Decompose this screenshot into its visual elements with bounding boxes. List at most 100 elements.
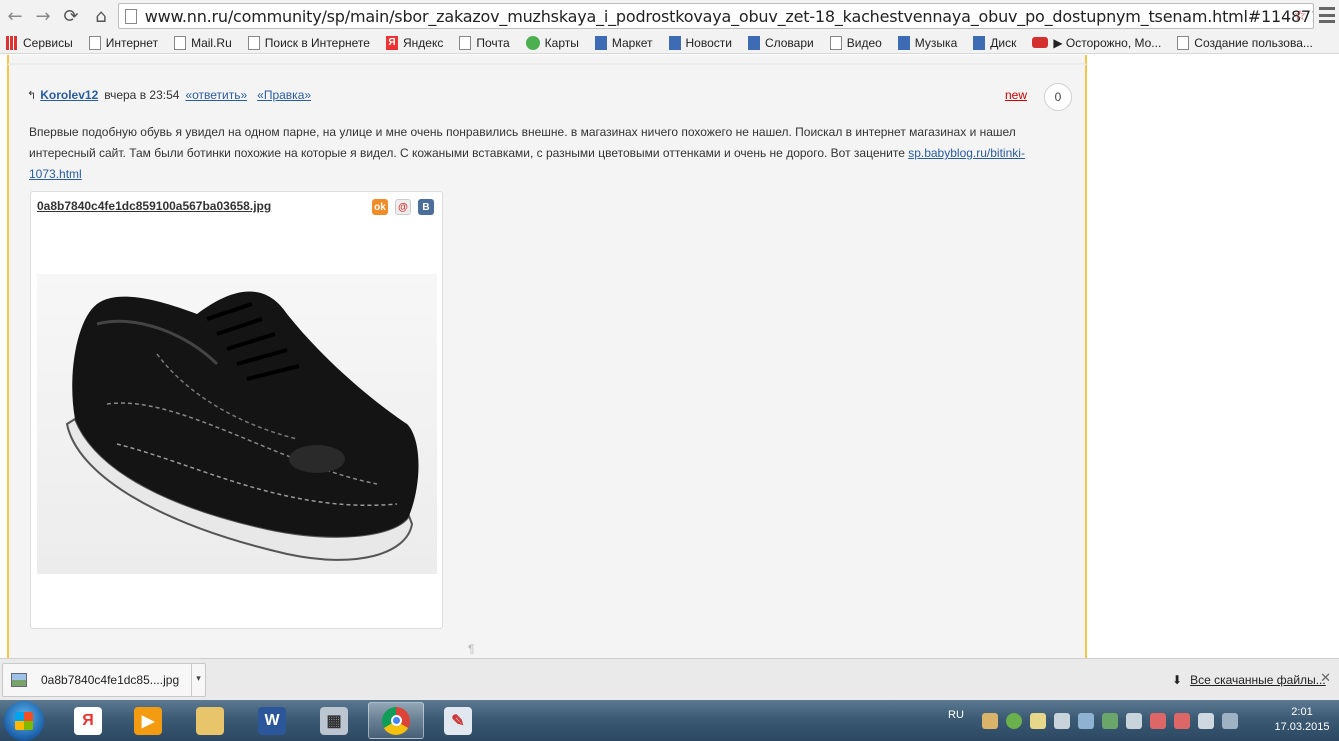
all-downloads-link[interactable]: ⬇ Все скачанные файлы... — [1172, 673, 1326, 687]
image-attachment: 0a8b7840c4fe1dc859100a567ba03658.jpg ok … — [30, 191, 443, 629]
clock[interactable]: 2:01 17.03.2015 — [1273, 705, 1331, 735]
bookmark-star-icon[interactable]: ☆ — [1291, 7, 1309, 25]
connection-icon[interactable] — [1221, 712, 1238, 729]
home-button[interactable]: ⌂ — [88, 3, 114, 29]
bookmark-search[interactable]: Поиск в Интернете — [247, 35, 370, 50]
page-icon — [247, 35, 260, 50]
action-center-icon[interactable] — [1149, 712, 1166, 729]
network-icon[interactable] — [1077, 712, 1094, 729]
page-icon — [88, 35, 101, 50]
attachment-filename[interactable]: 0a8b7840c4fe1dc859100a567ba03658.jpg — [37, 199, 271, 213]
system-tray: RU — [948, 700, 1246, 741]
comment: ↰ Korolev12 вчера в 23:54 «ответить» «Пр… — [7, 65, 1087, 658]
taskbar-yandex-browser[interactable]: Я — [60, 702, 116, 739]
reply-arrow-icon: ↰ — [27, 88, 37, 102]
yandex-icon: Я — [385, 35, 398, 50]
language-indicator[interactable]: RU — [948, 709, 964, 721]
security-icon[interactable] — [1101, 712, 1118, 729]
start-button[interactable] — [4, 701, 44, 741]
download-menu-caret[interactable]: ▾ — [191, 664, 205, 696]
image-file-icon — [11, 673, 27, 687]
rating-counter[interactable]: 0 — [1044, 83, 1072, 111]
download-item[interactable]: 0a8b7840c4fe1dc85....jpg ▾ — [2, 663, 206, 697]
previous-comment-edge — [7, 55, 1087, 65]
taskbar-chrome[interactable] — [368, 702, 424, 739]
bookmark-music[interactable]: Музыка — [897, 35, 957, 50]
device-icon[interactable] — [1197, 712, 1214, 729]
tray-app-icon[interactable] — [981, 712, 998, 729]
flag-icon[interactable] — [1173, 712, 1190, 729]
bookmark-services[interactable]: Сервисы — [6, 35, 73, 50]
comment-time: вчера в 23:54 — [104, 88, 180, 102]
bookmark-disk[interactable]: Диск — [973, 35, 1016, 50]
bookmarks-bar: Сервисы Интернет Mail.Ru Поиск в Интерне… — [0, 32, 1339, 54]
windows-taskbar: Я ▶ W ▦ ✎ RU 2:01 17.03.2015 — [0, 700, 1339, 741]
torrent-icon[interactable] — [1005, 712, 1022, 729]
vk-icon[interactable]: B — [418, 199, 434, 215]
apps-icon — [6, 35, 18, 50]
dictionary-icon — [747, 35, 760, 50]
bookmark-dictionary[interactable]: Словари — [747, 35, 814, 50]
chrome-icon — [382, 706, 410, 735]
bookmark-maps[interactable]: Карты — [525, 35, 579, 50]
mailru-icon[interactable]: @ — [395, 199, 411, 215]
clock-time: 2:01 — [1291, 706, 1313, 718]
url-text[interactable]: www.nn.ru/community/sp/main/sbor_zakazov… — [145, 7, 1313, 26]
comment-meta: ↰ Korolev12 вчера в 23:54 «ответить» «Пр… — [27, 88, 315, 102]
media-player-icon: ▶ — [134, 706, 162, 735]
disk-icon — [973, 35, 986, 50]
forward-button[interactable]: → — [30, 3, 56, 29]
taskbar-media-player[interactable]: ▶ — [120, 702, 176, 739]
address-bar[interactable]: www.nn.ru/community/sp/main/sbor_zakazov… — [118, 3, 1314, 29]
close-shelf-icon[interactable]: ✕ — [1320, 671, 1331, 686]
bookmark-mail[interactable]: Почта — [459, 35, 510, 50]
comment-body: Впервые подобную обувь я увидел на одном… — [29, 125, 1016, 160]
page-icon — [125, 8, 137, 24]
taskbar-word[interactable]: W — [244, 702, 300, 739]
market-icon — [594, 35, 607, 50]
all-downloads-label: Все скачанные файлы... — [1190, 673, 1326, 687]
clock-date: 17.03.2015 — [1274, 721, 1330, 733]
notes-icon[interactable] — [1029, 712, 1046, 729]
youtube-icon — [1032, 37, 1049, 48]
download-filename: 0a8b7840c4fe1dc85....jpg — [41, 673, 180, 687]
browser-toolbar: ← → ⟳ ⌂ www.nn.ru/community/sp/main/sbor… — [0, 0, 1339, 32]
reload-button[interactable]: ⟳ — [58, 3, 84, 29]
page-icon — [829, 35, 842, 50]
bookmark-video[interactable]: Видео — [829, 35, 882, 50]
bookmark-news[interactable]: Новости — [668, 35, 732, 50]
shoe-photo[interactable] — [37, 224, 437, 624]
page-icon — [459, 35, 472, 50]
edit-link[interactable]: «Правка» — [257, 88, 311, 102]
comment-author[interactable]: Korolev12 — [40, 88, 98, 102]
folder-icon — [196, 706, 224, 735]
taskbar-paint[interactable]: ✎ — [430, 702, 486, 739]
chrome-menu-button[interactable] — [1319, 7, 1335, 23]
taskbar-calculator[interactable]: ▦ — [306, 702, 362, 739]
back-button[interactable]: ← — [2, 3, 28, 29]
bookmark-yandex[interactable]: Я Яндекс — [385, 35, 443, 50]
bookmark-create-user[interactable]: Создание пользова... — [1177, 35, 1313, 50]
yandex-browser-icon: Я — [74, 706, 102, 735]
download-shelf: 0a8b7840c4fe1dc85....jpg ▾ ⬇ Все скачанн… — [0, 658, 1339, 700]
odnoklassniki-icon[interactable]: ok — [372, 199, 388, 215]
windows-logo-icon — [15, 712, 33, 730]
speaker-icon[interactable] — [1125, 712, 1142, 729]
bookmark-youtube[interactable]: ▶ Осторожно, Мо... — [1032, 36, 1161, 50]
download-arrow-icon: ⬇ — [1172, 673, 1183, 687]
page-icon — [174, 35, 187, 50]
shoe-image — [65, 291, 419, 561]
bookmark-internet[interactable]: Интернет — [88, 35, 158, 50]
paint-icon: ✎ — [444, 706, 472, 735]
maps-icon — [525, 35, 540, 50]
taskbar-explorer[interactable] — [182, 702, 238, 739]
calculator-icon: ▦ — [320, 706, 348, 735]
reply-link[interactable]: «ответить» — [185, 88, 247, 102]
bookmark-market[interactable]: Маркет — [594, 35, 653, 50]
new-badge[interactable]: new — [1005, 88, 1027, 102]
bookmark-mailru[interactable]: Mail.Ru — [174, 35, 232, 50]
music-icon — [897, 35, 910, 50]
volume-icon[interactable] — [1053, 712, 1070, 729]
page-content: ↰ Korolev12 вчера в 23:54 «ответить» «Пр… — [0, 55, 1339, 658]
comment-text: Впервые подобную обувь я увидел на одном… — [29, 122, 1054, 185]
